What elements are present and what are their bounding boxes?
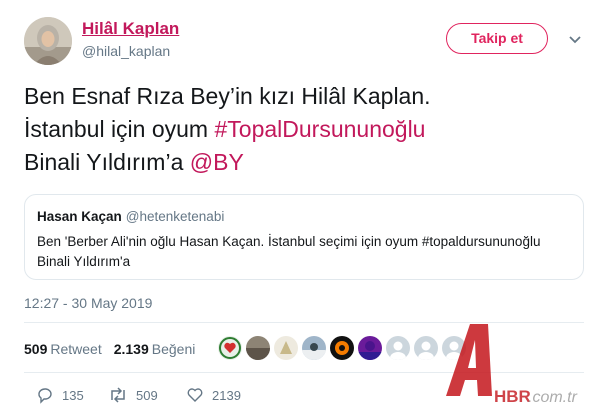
liker-avatar[interactable] xyxy=(246,336,270,360)
tweet-line-3-text: Binali Yıldırım’a xyxy=(24,149,190,175)
tweet-line-2-text: İstanbul için oyum xyxy=(24,116,215,142)
reply-button[interactable]: 135 xyxy=(36,386,84,404)
quoted-tweet-text: Ben 'Berber Ali'nin oğlu Hasan Kaçan. İs… xyxy=(37,234,541,269)
watermark-domain: .com.tr xyxy=(528,389,578,406)
follow-button[interactable]: Takip et xyxy=(446,23,548,54)
tweet-line-3: Binali Yıldırım’a @BY xyxy=(24,146,580,179)
liker-avatar[interactable] xyxy=(302,336,326,360)
tweet-line-1: Ben Esnaf Rıza Bey’in kızı Hilâl Kaplan. xyxy=(24,83,431,109)
likes-stat[interactable]: 2.139 Beğeni xyxy=(114,341,196,357)
retweet-button[interactable]: 509 xyxy=(108,386,158,404)
tweet-text: Ben Esnaf Rıza Bey’in kızı Hilâl Kaplan.… xyxy=(24,80,580,179)
quoted-tweet-card[interactable]: Hasan Kaçan @hetenketenabi Ben 'Berber Al… xyxy=(24,194,584,280)
quoted-tweet-header: Hasan Kaçan @hetenketenabi xyxy=(37,209,224,224)
reply-icon xyxy=(38,388,52,404)
like-button[interactable]: 2139 xyxy=(186,386,241,404)
like-action-count: 2139 xyxy=(212,387,241,403)
mention-link[interactable]: @BY xyxy=(190,149,244,175)
hbr-watermark: HBR .com.tr xyxy=(432,318,584,410)
hashtag-link[interactable]: #TopalDursununoğlu xyxy=(214,116,425,142)
reply-count: 135 xyxy=(62,387,84,403)
author-handle: @hilal_kaplan xyxy=(82,43,171,59)
likes-count: 2.139 xyxy=(113,341,149,357)
watermark-brand: HBR xyxy=(494,387,531,406)
retweets-stat[interactable]: 509 Retweet xyxy=(24,341,102,357)
heart-icon xyxy=(187,388,203,402)
quoted-author-handle: @hetenketenabi xyxy=(125,209,225,224)
tweet-timestamp[interactable]: 12:27 - 30 May 2019 xyxy=(24,295,152,311)
quoted-author-name: Hasan Kaçan xyxy=(37,209,122,224)
liker-avatar[interactable] xyxy=(218,336,242,360)
retweets-label: Retweet xyxy=(50,341,102,357)
author-display-name[interactable]: Hilâl Kaplan xyxy=(82,19,179,39)
liker-avatar[interactable] xyxy=(330,336,354,360)
author-avatar[interactable] xyxy=(24,17,72,65)
liker-avatars xyxy=(218,336,466,360)
likes-label: Beğeni xyxy=(151,341,196,357)
tweet-line-2: İstanbul için oyum #TopalDursununoğlu xyxy=(24,113,580,146)
liker-avatar[interactable] xyxy=(386,336,410,360)
retweet-action-count: 509 xyxy=(136,387,158,403)
liker-avatar[interactable] xyxy=(274,336,298,360)
retweet-icon xyxy=(111,387,125,403)
tweet-stats: 509 Retweet 2.139 Beğeni xyxy=(24,341,195,357)
chevron-down-icon[interactable] xyxy=(566,30,584,48)
liker-avatar[interactable] xyxy=(358,336,382,360)
retweets-count: 509 xyxy=(24,341,48,357)
